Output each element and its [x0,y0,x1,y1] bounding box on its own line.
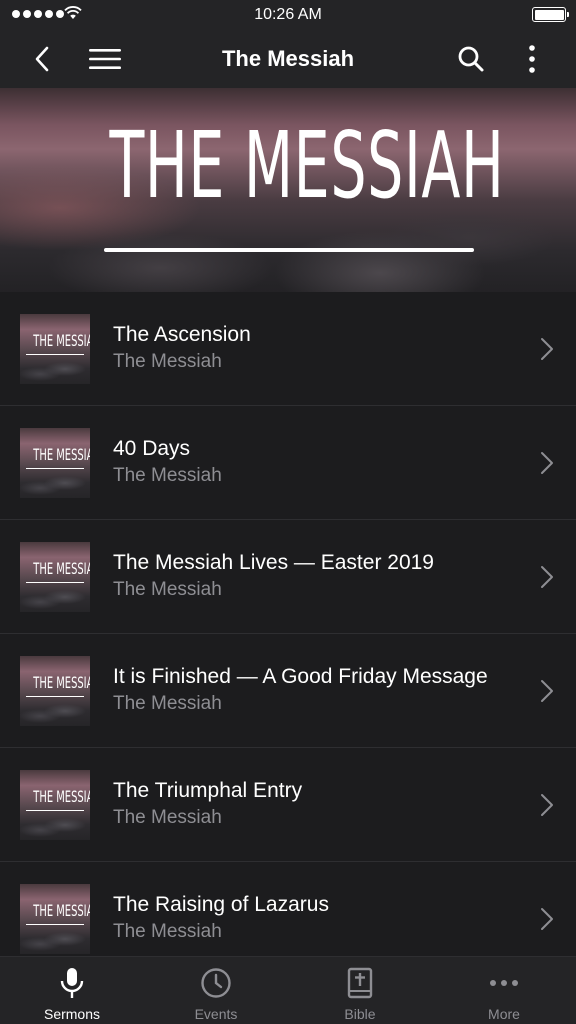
more-options-button[interactable] [508,30,556,88]
clock-icon [200,967,232,999]
tab-sermons[interactable]: Sermons [0,957,144,1024]
tab-label: More [488,1006,520,1022]
tab-bible[interactable]: Bible [288,957,432,1024]
banner-underline [104,248,474,252]
thumbnail-underline [26,582,84,583]
status-time: 10:26 AM [254,6,322,23]
thumbnail-underline [26,468,84,469]
thumbnail-text: THE MESSIAH [33,559,90,578]
microphone-icon [56,967,88,999]
sermon-title: The Ascension [113,323,251,346]
nav-bar: The Messiah [0,30,576,88]
thumbnail-text: THE MESSIAH [33,673,90,692]
bible-icon [344,967,376,999]
chevron-right-icon [541,452,553,474]
thumbnail-text: THE MESSIAH [33,787,90,806]
menu-button[interactable] [81,30,129,88]
sermon-series: The Messiah [113,465,222,486]
sermon-thumbnail: THE MESSIAH [20,656,90,726]
sermon-series: The Messiah [113,351,222,372]
hamburger-icon [89,49,121,69]
sermon-series: The Messiah [113,921,222,942]
tab-events[interactable]: Events [144,957,288,1024]
chevron-left-icon [35,46,49,72]
chevron-right-icon [541,338,553,360]
list-item[interactable]: THE MESSIAH 40 Days The Messiah [0,406,576,520]
tab-more[interactable]: More [432,957,576,1024]
tab-label: Events [194,1006,238,1022]
horizontal-ellipsis-icon [488,967,520,999]
status-bar: 10:26 AM [0,0,576,30]
chevron-right-icon [541,680,553,702]
back-button[interactable] [18,30,66,88]
thumbnail-underline [26,810,84,811]
sermon-title: It is Finished — A Good Friday Message [113,665,488,688]
chevron-right-icon [541,566,553,588]
sermon-thumbnail: THE MESSIAH [20,314,90,384]
thumbnail-text: THE MESSIAH [33,901,90,920]
sermon-series: The Messiah [113,807,222,828]
list-item[interactable]: THE MESSIAH The Raising of Lazarus The M… [0,862,576,956]
tab-label: Sermons [43,1006,101,1022]
list-item[interactable]: THE MESSIAH The Messiah Lives — Easter 2… [0,520,576,634]
thumbnail-text: THE MESSIAH [33,445,90,464]
chevron-right-icon [541,908,553,930]
list-item[interactable]: THE MESSIAH The Ascension The Messiah [0,292,576,406]
sermon-title: The Messiah Lives — Easter 2019 [113,551,434,574]
thumbnail-underline [26,696,84,697]
list-item[interactable]: THE MESSIAH The Triumphal Entry The Mess… [0,748,576,862]
search-icon [458,46,484,72]
tab-label: Bible [344,1006,376,1022]
list-item[interactable]: THE MESSIAH It is Finished — A Good Frid… [0,634,576,748]
thumbnail-underline [26,924,84,925]
sermon-title: The Raising of Lazarus [113,893,329,916]
sermon-title: 40 Days [113,437,191,460]
sermon-list: THE MESSIAH The Ascension The Messiah TH… [0,292,576,956]
thumbnail-underline [26,354,84,355]
sermon-series: The Messiah [113,579,222,600]
sermon-thumbnail: THE MESSIAH [20,884,90,954]
battery-icon [532,7,569,22]
thumbnail-text: THE MESSIAH [33,331,90,350]
chevron-right-icon [541,794,553,816]
series-banner: THE MESSIAH [0,88,576,292]
sermon-title: The Triumphal Entry [113,779,303,802]
sermon-thumbnail: THE MESSIAH [20,770,90,840]
tab-bar: Sermons Events Bible More [0,956,576,1024]
sermon-thumbnail: THE MESSIAH [20,542,90,612]
search-button[interactable] [447,30,495,88]
series-banner-title: THE MESSIAH [109,112,505,219]
vertical-ellipsis-icon [529,45,535,73]
sermon-thumbnail: THE MESSIAH [20,428,90,498]
sermon-series: The Messiah [113,693,222,714]
app-root: 10:26 AM The Messiah THE MESSIAH THE MES… [0,0,576,1024]
